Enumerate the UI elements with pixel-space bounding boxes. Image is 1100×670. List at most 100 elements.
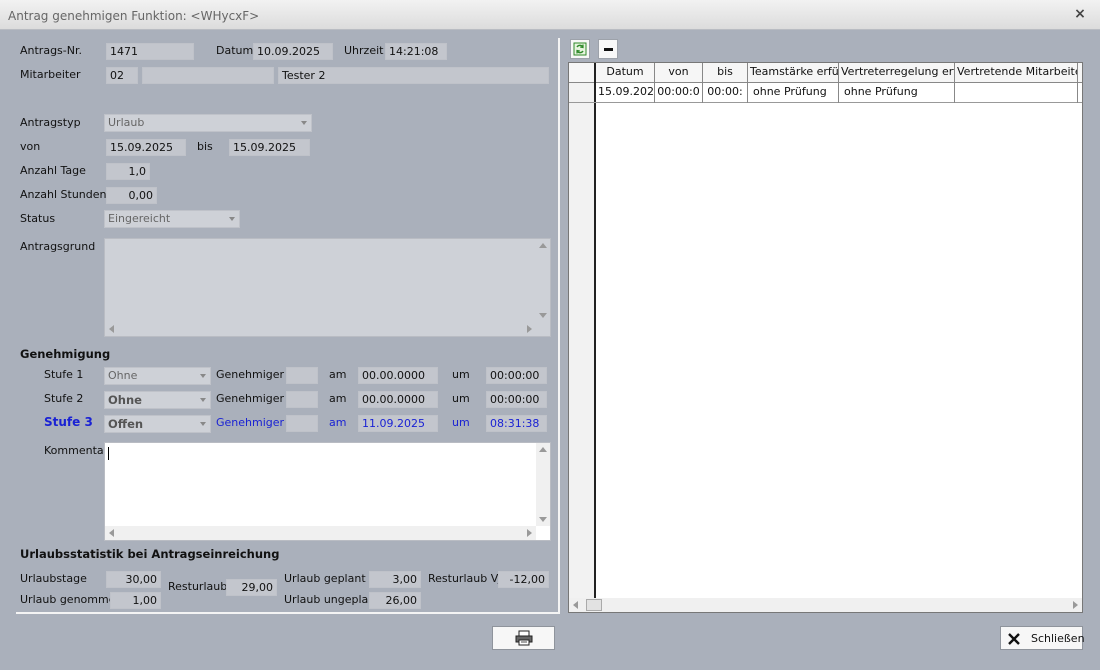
stufe-1-select[interactable]: Ohne: [104, 367, 211, 385]
bis-label: bis: [197, 140, 213, 153]
horizontal-scrollbar[interactable]: [105, 322, 536, 336]
stufe-1-genehmiger-label: Genehmiger: [216, 368, 285, 381]
stufe-1-am-field: 00.00.0000: [358, 367, 438, 384]
grid-header-vertretende-mitarbeiter[interactable]: Vertretende Mitarbeiter: [955, 63, 1078, 83]
urlaubstage-label: Urlaubstage: [20, 572, 87, 585]
stufe-2-genehmiger-field: [286, 391, 318, 408]
print-button[interactable]: [492, 626, 555, 650]
urlaub-genommen-label: Urlaub genommen: [20, 593, 123, 606]
status-select[interactable]: Eingereicht: [104, 210, 240, 228]
refresh-button[interactable]: [570, 39, 590, 59]
scroll-right-icon[interactable]: [527, 529, 532, 537]
antrags-nr-field: 1471: [106, 43, 194, 60]
uhrzeit-field: 14:21:08: [385, 43, 447, 60]
panel-divider-horizontal: [16, 612, 560, 614]
antragstyp-label: Antragstyp: [20, 116, 81, 129]
mitarbeiter-label: Mitarbeiter: [20, 68, 81, 81]
grid-header-bis[interactable]: bis: [703, 63, 748, 83]
stufe-2-genehmiger-label: Genehmiger: [216, 392, 285, 405]
close-icon[interactable]: ×: [1072, 6, 1088, 22]
scroll-left-icon[interactable]: [573, 601, 578, 609]
urlaub-ungeplant-field: 26,00: [369, 592, 421, 609]
close-button[interactable]: Schließen: [1000, 626, 1085, 650]
scroll-right-icon[interactable]: [527, 325, 532, 333]
kommentar-label: Kommentar: [44, 444, 109, 457]
antragstyp-value: Urlaub: [108, 116, 145, 129]
urlaubstage-field: 30,00: [106, 571, 161, 588]
von-label: von: [20, 140, 41, 153]
grid-cell-von[interactable]: 00:00:0: [655, 83, 703, 103]
urlaub-geplant-label: Urlaub geplant: [284, 572, 366, 585]
stufe-3-am-field: 11.09.2025: [358, 415, 438, 432]
stufe-1-genehmiger-field: [286, 367, 318, 384]
status-value: Eingereicht: [108, 212, 171, 225]
stufe-1-label: Stufe 1: [44, 368, 84, 381]
remove-row-button[interactable]: [598, 39, 618, 59]
mitarbeiter-name-field: Tester 2: [278, 67, 549, 84]
bis-field[interactable]: 15.09.2025: [229, 139, 310, 156]
stufe-2-um-label: um: [452, 392, 470, 405]
vertical-scrollbar[interactable]: [536, 239, 550, 322]
anzahl-tage-field: 1,0: [106, 163, 150, 180]
approval-grid[interactable]: Datum von bis Teamstärke erfüllt Vertret…: [568, 62, 1083, 613]
stufe-3-genehmiger-field: [286, 415, 318, 432]
uhrzeit-label: Uhrzeit: [344, 44, 384, 57]
scroll-left-icon[interactable]: [109, 529, 114, 537]
printer-icon: [515, 630, 533, 646]
grid-header-datum[interactable]: Datum: [596, 63, 655, 83]
vertical-scrollbar[interactable]: [536, 443, 550, 526]
grid-cell-vertreterregelung[interactable]: ohne Prüfung: [839, 83, 955, 103]
scroll-up-icon[interactable]: [539, 447, 547, 452]
scroll-down-icon[interactable]: [539, 313, 547, 318]
stufe-1-value: Ohne: [108, 369, 138, 382]
chevron-down-icon: [200, 374, 206, 378]
kommentar-textarea[interactable]: [104, 442, 551, 541]
antragsgrund-textarea[interactable]: [104, 238, 551, 337]
chevron-down-icon: [229, 217, 235, 221]
antragstyp-select[interactable]: Urlaub: [104, 114, 312, 132]
grid-header-teamstaerke[interactable]: Teamstärke erfüllt: [748, 63, 839, 83]
grid-cell-teamstaerke[interactable]: ohne Prüfung: [748, 83, 839, 103]
von-field[interactable]: 15.09.2025: [106, 139, 186, 156]
title-bar: Antrag genehmigen Funktion: <WHycxF> ×: [0, 0, 1100, 30]
scroll-down-icon[interactable]: [539, 517, 547, 522]
grid-cell-datum[interactable]: 15.09.202: [596, 83, 655, 103]
genehmigung-title: Genehmigung: [20, 347, 111, 361]
datum-field: 10.09.2025: [253, 43, 333, 60]
stufe-3-select[interactable]: Offen: [104, 415, 211, 433]
scroll-up-icon[interactable]: [539, 243, 547, 248]
grid-header-vertreterregelung[interactable]: Vertreterregelung erfüllt: [839, 63, 955, 83]
scroll-right-icon[interactable]: [1073, 601, 1078, 609]
minus-icon: [604, 48, 613, 51]
stufe-3-label: Stufe 3: [44, 415, 93, 429]
scroll-left-icon[interactable]: [109, 325, 114, 333]
stufe-2-value: Ohne: [108, 393, 142, 407]
close-icon: [1008, 633, 1020, 645]
text-cursor: [108, 447, 109, 460]
stufe-2-am-label: am: [329, 392, 347, 405]
grid-cell-vertretende-mitarbeiter[interactable]: [955, 83, 1078, 103]
stufe-1-am-label: am: [329, 368, 347, 381]
horizontal-scrollbar[interactable]: [105, 526, 536, 540]
stufe-3-um-label: um: [452, 416, 470, 429]
stufe-2-label: Stufe 2: [44, 392, 84, 405]
statistik-title: Urlaubsstatistik bei Antragseinreichung: [20, 547, 280, 561]
resturlaub-vj-field: -12,00: [498, 571, 549, 588]
anzahl-tage-label: Anzahl Tage: [20, 164, 86, 177]
grid-header: Datum von bis Teamstärke erfüllt Vertret…: [569, 63, 1082, 83]
scroll-thumb[interactable]: [586, 599, 602, 611]
close-button-label: Schließen: [1031, 632, 1085, 645]
window-title: Antrag genehmigen Funktion: <WHycxF>: [8, 9, 260, 23]
kommentar-text: [105, 443, 550, 449]
urlaub-ungeplant-label: Urlaub ungeplant: [284, 593, 380, 606]
grid-header-von[interactable]: von: [655, 63, 703, 83]
resturlaub-vj-label: Resturlaub VJ: [428, 572, 502, 585]
mitarbeiter-extra-field: [142, 67, 274, 84]
status-label: Status: [20, 212, 56, 225]
table-row[interactable]: 15.09.202 00:00:0 00:00: ohne Prüfung oh…: [569, 83, 1082, 103]
grid-horizontal-scrollbar[interactable]: [569, 598, 1082, 612]
urlaub-geplant-field: 3,00: [369, 571, 421, 588]
datum-label: Datum: [216, 44, 254, 57]
stufe-2-select[interactable]: Ohne: [104, 391, 211, 409]
grid-cell-bis[interactable]: 00:00:: [703, 83, 748, 103]
